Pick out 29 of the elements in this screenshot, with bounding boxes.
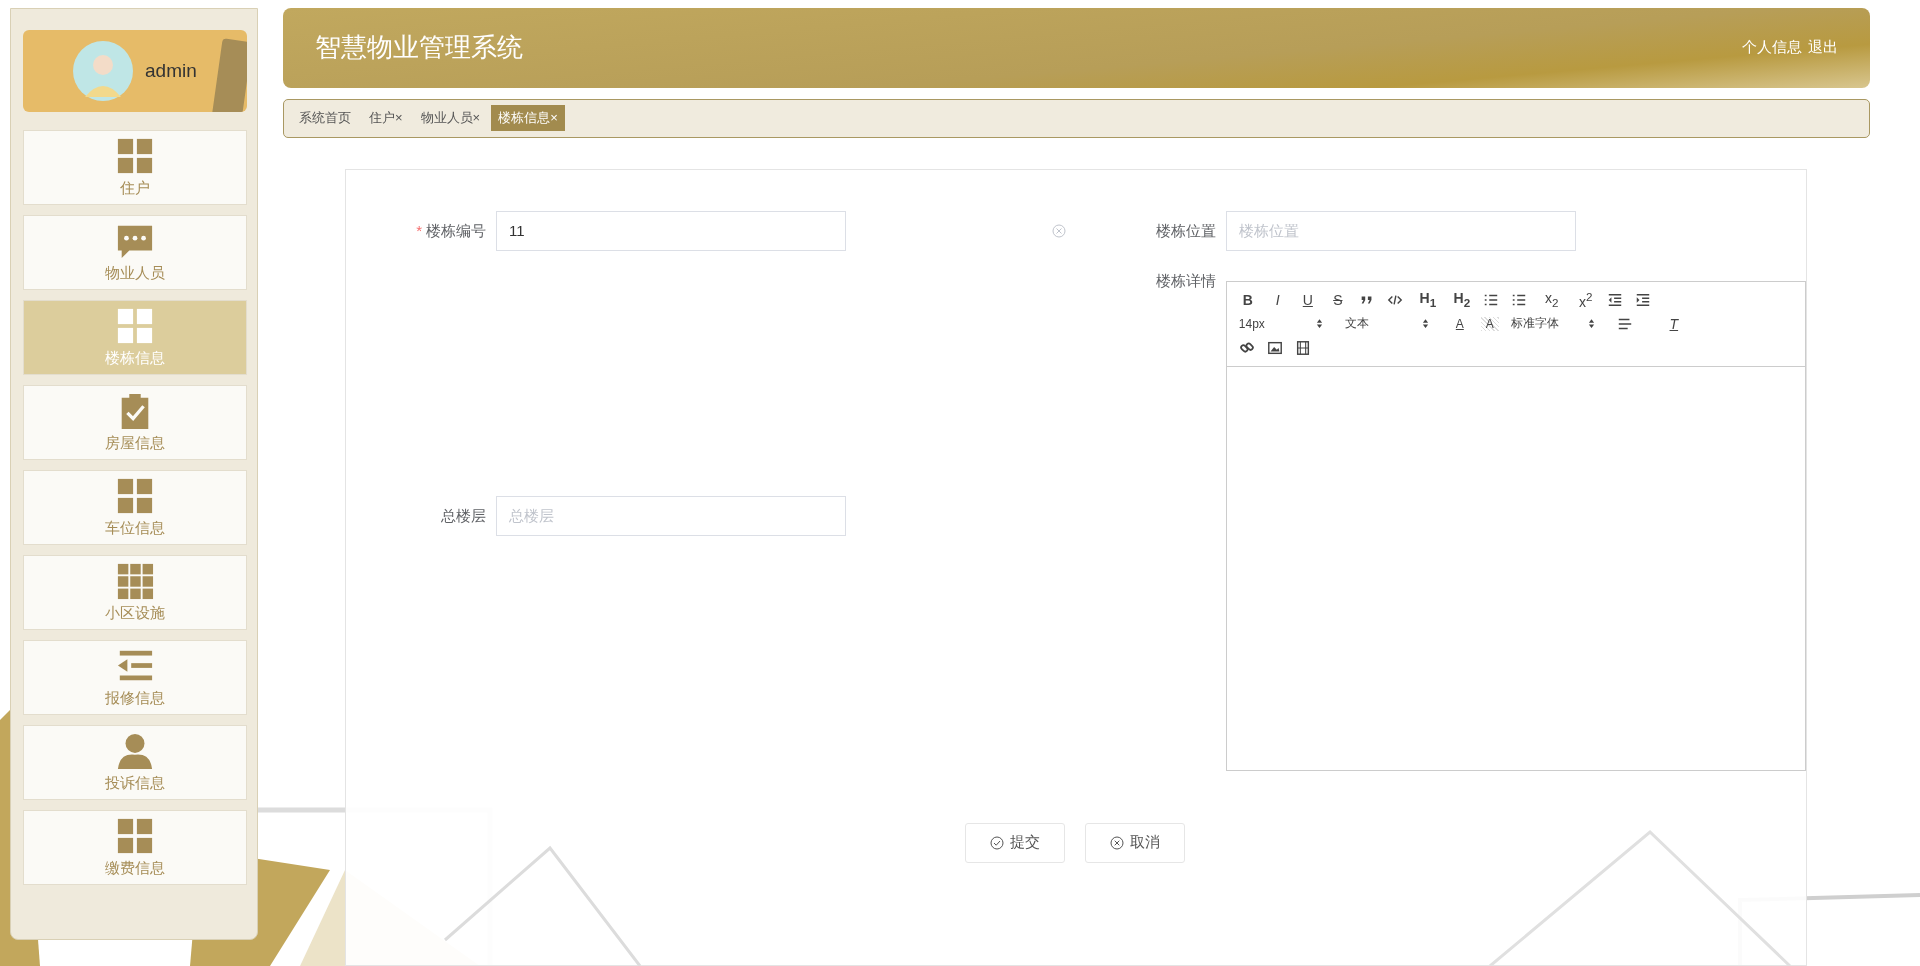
input-field[interactable]: 11 bbox=[496, 210, 846, 251]
toolbar-button[interactable]: I bbox=[1268, 291, 1287, 308]
toolbar-select[interactable]: 标准字体 bbox=[1510, 315, 1595, 333]
toolbar-button[interactable]: B bbox=[1238, 291, 1257, 308]
field-label: 楼栋位置 bbox=[1155, 220, 1216, 241]
toolbar-button[interactable]: x$_{2}$ bbox=[1542, 290, 1561, 309]
toolbar-button[interactable]: U bbox=[1298, 291, 1317, 308]
tab[interactable]: 住户× bbox=[362, 105, 410, 132]
form-button[interactable]: 提交 bbox=[965, 822, 1065, 863]
field-label: 楼栋详情 bbox=[1154, 270, 1216, 291]
user-name: admin bbox=[145, 60, 197, 82]
toolbar-button[interactable]: H$_{1}$ bbox=[1418, 290, 1437, 309]
toolbar-button[interactable]: A bbox=[1480, 316, 1499, 331]
tab[interactable]: 物业人员× bbox=[413, 105, 488, 132]
toolbar-select[interactable]: 14px bbox=[1238, 316, 1323, 331]
app-title: 智慧物业管理系统 bbox=[315, 31, 523, 65]
field-label: 总楼层 bbox=[440, 505, 486, 526]
input-field[interactable]: 总楼层 bbox=[496, 495, 846, 536]
toolbar-button[interactable]: S bbox=[1328, 291, 1347, 308]
field-label: 楼栋编号 bbox=[426, 220, 486, 241]
toolbar-button[interactable]: A bbox=[1450, 316, 1469, 331]
form-button[interactable]: 取消 bbox=[1085, 822, 1185, 863]
tab[interactable]: 系统首页 bbox=[292, 105, 358, 132]
toolbar-select[interactable]: 文本 bbox=[1344, 315, 1429, 333]
toolbar-button[interactable]: x$^{2}$ bbox=[1576, 289, 1595, 310]
input-field[interactable]: 楼栋位置 bbox=[1226, 210, 1576, 251]
required-mark: * bbox=[416, 220, 422, 241]
toolbar-button[interactable]: H$_{2}$ bbox=[1452, 290, 1471, 309]
toolbar-button[interactable]: T bbox=[1664, 315, 1683, 332]
